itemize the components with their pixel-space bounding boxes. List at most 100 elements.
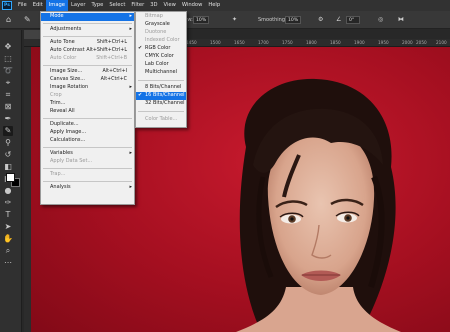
menu-edit[interactable]: Edit [30,0,46,11]
airbrush-icon[interactable]: ✦ [232,15,237,25]
eraser-tool-icon[interactable]: ◧ [3,162,13,172]
menu-item-canvas-size[interactable]: Canvas Size... Alt+Ctrl+C [41,76,134,84]
menu-image[interactable]: Image [45,0,68,11]
angle-icon: ∠ [336,16,342,23]
quick-select-tool-icon[interactable]: ⌖ [3,78,13,88]
menu-item-label: Multichannel [145,69,178,75]
shortcut-label: Alt+Shift+Ctrl+L [86,48,127,53]
menu-item-label: Image Rotation [50,84,89,90]
mode-item-rgb-color[interactable]: ✔ RGB Color [136,45,186,53]
menu-item-label: Trap... [50,171,66,177]
menu-item-label: CMYK Color [145,53,174,59]
zoom-tool-icon[interactable]: ⌕ [3,246,13,256]
menu-item-label: Lab Color [145,61,169,67]
menu-item-auto-tone[interactable]: Auto Tone Shift+Ctrl+L [41,39,134,47]
menu-item-calculations[interactable]: Calculations... [41,137,134,145]
marquee-tool-icon[interactable]: ⬚ [3,54,13,64]
pen-tool-icon[interactable]: ✑ [3,198,13,208]
ruler-tick: 1750 [282,40,293,45]
flow-field[interactable]: 10% [193,16,209,24]
menu-file[interactable]: File [15,0,30,11]
mode-item-lab-color[interactable]: Lab Color [136,61,186,69]
menu-select[interactable]: Select [106,0,128,11]
brush-tool-icon[interactable]: ✎ [3,126,13,136]
menu-item-adjustments[interactable]: Adjustments ▸ [41,26,134,34]
mode-item-16-bits[interactable]: ✔ 16 Bits/Channel [136,92,186,100]
mode-item-multichannel[interactable]: Multichannel [136,69,186,77]
menu-separator [43,118,132,119]
clone-stamp-tool-icon[interactable]: ⚲ [3,138,13,148]
hand-tool-icon[interactable]: ✋ [3,234,13,244]
checkmark-icon: ✔ [138,45,143,51]
pressure-icon[interactable]: ◎ [378,15,383,25]
menu-item-label: Variables [50,150,73,156]
ruler-tick: 1900 [354,40,365,45]
home-icon[interactable]: ⌂ [6,15,11,25]
mode-item-grayscale[interactable]: Grayscale [136,21,186,29]
settings-gear-icon[interactable]: ⚙ [318,15,323,25]
submenu-arrow-icon: ▸ [129,13,132,19]
menu-item-analysis[interactable]: Analysis ▸ [41,184,134,192]
eyedropper-tool-icon[interactable]: ✒ [3,114,13,124]
menu-window[interactable]: Window [179,0,205,11]
ruler-tick: 1450 [186,40,197,45]
symmetry-icon[interactable]: ⧓ [398,15,404,25]
submenu-arrow-icon: ▸ [129,150,132,156]
menu-item-mode[interactable]: Mode ▸ [41,13,134,21]
menu-separator [43,23,132,24]
menu-item-auto-contrast[interactable]: Auto Contrast Alt+Shift+Ctrl+L [41,47,134,55]
menu-help[interactable]: Help [205,0,223,11]
menu-item-label: Canvas Size... [50,76,85,82]
history-brush-tool-icon[interactable]: ↺ [3,150,13,160]
mode-item-cmyk-color[interactable]: CMYK Color [136,53,186,61]
foreground-color-swatch[interactable] [6,173,15,182]
menu-layer[interactable]: Layer [68,0,88,11]
mode-item-32-bits[interactable]: 32 Bits/Channel [136,100,186,108]
mode-item-bitmap: Bitmap [136,13,186,21]
menu-item-label: Duotone [145,29,167,35]
menu-item-apply-data-set: Apply Data Set... [41,158,134,166]
menu-3d[interactable]: 3D [147,0,160,11]
menu-item-image-size[interactable]: Image Size... Alt+Ctrl+I [41,68,134,76]
menu-item-label: Apply Data Set... [50,158,93,164]
ruler-tick: 2100 [436,40,447,45]
move-tool-icon[interactable]: ✥ [3,42,13,52]
ruler-tick: 1700 [258,40,269,45]
shortcut-label: Shift+Ctrl+B [96,56,127,61]
menu-type[interactable]: Type [88,0,106,11]
menu-view[interactable]: View [161,0,179,11]
menu-item-duplicate[interactable]: Duplicate... [41,121,134,129]
menu-item-variables[interactable]: Variables ▸ [41,150,134,158]
menu-item-apply-image[interactable]: Apply Image... [41,129,134,137]
menu-item-label: Mode [50,13,64,19]
mode-item-8-bits[interactable]: 8 Bits/Channel [136,84,186,92]
smoothing-field[interactable]: 10% [285,16,301,24]
ruler-tick: 1850 [330,40,341,45]
menu-filter[interactable]: Filter [128,0,147,11]
ruler-tick: 1650 [234,40,245,45]
frame-tool-icon[interactable]: ⊠ [3,102,13,112]
menu-separator [138,80,184,81]
menu-item-reveal-all[interactable]: Reveal All [41,108,134,116]
menu-item-trim[interactable]: Trim... [41,100,134,108]
mode-item-indexed-color: Indexed Color [136,37,186,45]
menu-item-label: 16 Bits/Channel [145,92,185,98]
menu-item-auto-color: Auto Color Shift+Ctrl+B [41,55,134,63]
menu-item-label: Crop [50,92,62,98]
menu-separator [43,168,132,169]
menu-item-image-rotation[interactable]: Image Rotation ▸ [41,84,134,92]
more-tools-icon[interactable]: ⋯ [3,258,13,268]
type-tool-icon[interactable]: T [3,210,13,220]
menu-item-label: Apply Image... [50,129,87,135]
crop-tool-icon[interactable]: ⌗ [3,90,13,100]
angle-field[interactable]: 0° [346,16,360,24]
dodge-tool-icon[interactable]: ● [3,186,13,196]
path-select-tool-icon[interactable]: ➤ [3,222,13,232]
menubar: Ps File Edit Image Layer Type Select Fil… [0,0,450,11]
menu-item-label: Auto Color [50,55,77,61]
photoshop-logo: Ps [2,1,12,10]
lasso-tool-icon[interactable]: ➰ [3,66,13,76]
brush-tool-icon[interactable]: ✎ [24,15,31,25]
checkmark-icon: ✔ [138,92,143,98]
menu-item-label: 32 Bits/Channel [145,100,185,106]
